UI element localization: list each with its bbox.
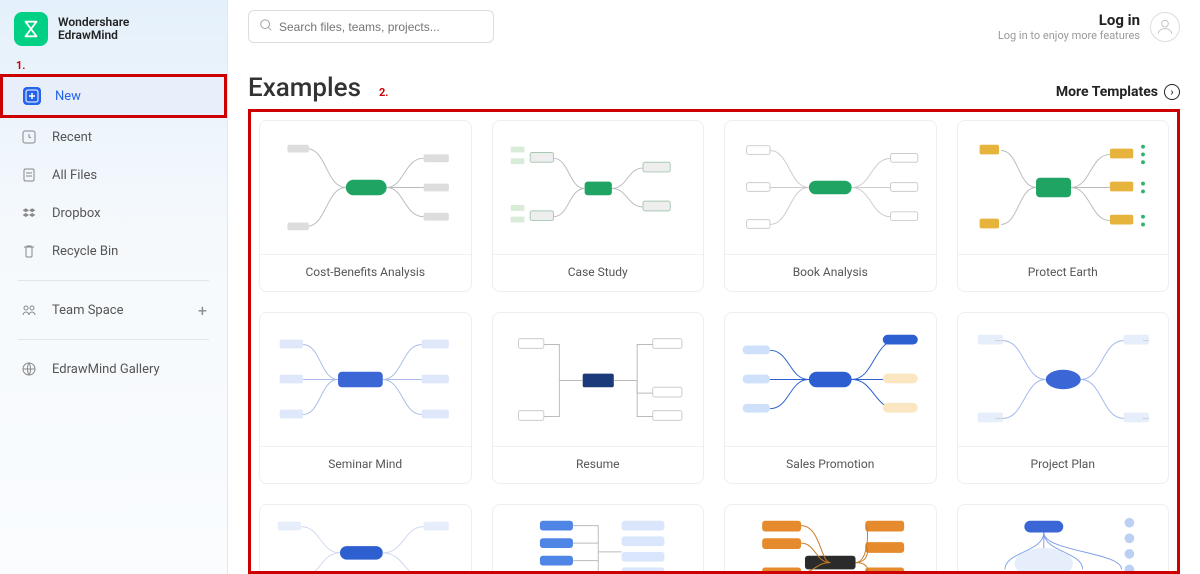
template-thumbnail [260, 121, 471, 254]
template-thumbnail [493, 313, 704, 446]
sidebar-item-dropbox[interactable]: Dropbox [0, 194, 227, 232]
template-card[interactable] [492, 504, 705, 574]
dropbox-icon [20, 204, 38, 222]
divider [18, 280, 209, 281]
add-team-button[interactable]: + [198, 301, 207, 320]
team-icon [20, 301, 38, 319]
template-label: Book Analysis [725, 254, 936, 291]
template-thumbnail [958, 505, 1169, 574]
files-icon [20, 166, 38, 184]
template-card[interactable]: Protect Earth [957, 120, 1170, 292]
page-title: Examples [248, 73, 361, 103]
template-card[interactable]: Book Analysis [724, 120, 937, 292]
login-title: Log in [998, 11, 1140, 29]
avatar-icon[interactable] [1150, 12, 1180, 42]
sidebar-item-label: New [55, 89, 81, 104]
sidebar-item-recycle-bin[interactable]: Recycle Bin [0, 232, 227, 270]
login-block[interactable]: Log in Log in to enjoy more features [998, 11, 1180, 42]
search-input[interactable] [279, 20, 483, 34]
template-label: Resume [493, 446, 704, 483]
template-thumbnail [725, 313, 936, 446]
search-icon [259, 17, 273, 36]
arrow-right-circle-icon: › [1164, 84, 1180, 100]
template-card[interactable]: Project Plan [957, 312, 1170, 484]
template-thumbnail [958, 121, 1169, 254]
clock-icon [20, 128, 38, 146]
main-content: Log in Log in to enjoy more features Exa… [228, 0, 1200, 574]
sidebar-item-gallery[interactable]: EdrawMind Gallery [0, 350, 227, 388]
annotation-step-2: 2. [379, 86, 389, 99]
login-subtitle: Log in to enjoy more features [998, 29, 1140, 42]
template-thumbnail [958, 313, 1169, 446]
heading-row: Examples 2. More Templates › [248, 73, 1180, 103]
brand: Wondershare EdrawMind [0, 0, 227, 56]
sidebar-item-new[interactable]: New [0, 74, 227, 118]
divider [18, 339, 209, 340]
template-card[interactable] [724, 504, 937, 574]
template-thumbnail [260, 313, 471, 446]
trash-icon [20, 242, 38, 260]
brand-logo-icon [14, 12, 48, 46]
template-thumbnail [260, 505, 471, 574]
template-thumbnail [725, 121, 936, 254]
templates-grid: Cost-Benefits Analysis Case Study Book A… [259, 120, 1169, 574]
templates-highlight-box: Cost-Benefits Analysis Case Study Book A… [248, 109, 1180, 574]
search-box[interactable] [248, 10, 494, 43]
template-thumbnail [493, 121, 704, 254]
sidebar: Wondershare EdrawMind 1. New Recent All … [0, 0, 228, 574]
sidebar-item-label: Dropbox [52, 206, 101, 221]
plus-square-icon [23, 87, 41, 105]
template-card[interactable]: Cost-Benefits Analysis [259, 120, 472, 292]
topbar: Log in Log in to enjoy more features [248, 10, 1180, 43]
sidebar-item-label: Team Space [52, 303, 124, 318]
sidebar-item-label: Recycle Bin [52, 244, 118, 259]
template-thumbnail [493, 505, 704, 574]
template-label: Cost-Benefits Analysis [260, 254, 471, 291]
sidebar-item-label: Recent [52, 130, 92, 145]
more-templates-link[interactable]: More Templates › [1056, 84, 1180, 100]
template-card[interactable]: Seminar Mind [259, 312, 472, 484]
brand-line2: EdrawMind [58, 29, 129, 42]
more-templates-label: More Templates [1056, 84, 1158, 100]
sidebar-item-label: EdrawMind Gallery [52, 362, 160, 377]
sidebar-item-recent[interactable]: Recent [0, 118, 227, 156]
template-label: Case Study [493, 254, 704, 291]
template-card[interactable] [259, 504, 472, 574]
template-card[interactable]: Resume [492, 312, 705, 484]
template-label: Project Plan [958, 446, 1169, 483]
template-thumbnail [725, 505, 936, 574]
sidebar-item-all-files[interactable]: All Files [0, 156, 227, 194]
template-label: Seminar Mind [260, 446, 471, 483]
template-card[interactable]: Sales Promotion [724, 312, 937, 484]
sidebar-item-label: All Files [52, 168, 97, 183]
annotation-step-1: 1. [0, 56, 227, 74]
globe-icon [20, 360, 38, 378]
sidebar-item-team-space[interactable]: Team Space + [0, 291, 227, 329]
template-label: Sales Promotion [725, 446, 936, 483]
template-label: Protect Earth [958, 254, 1169, 291]
template-card[interactable]: Case Study [492, 120, 705, 292]
template-card[interactable] [957, 504, 1170, 574]
